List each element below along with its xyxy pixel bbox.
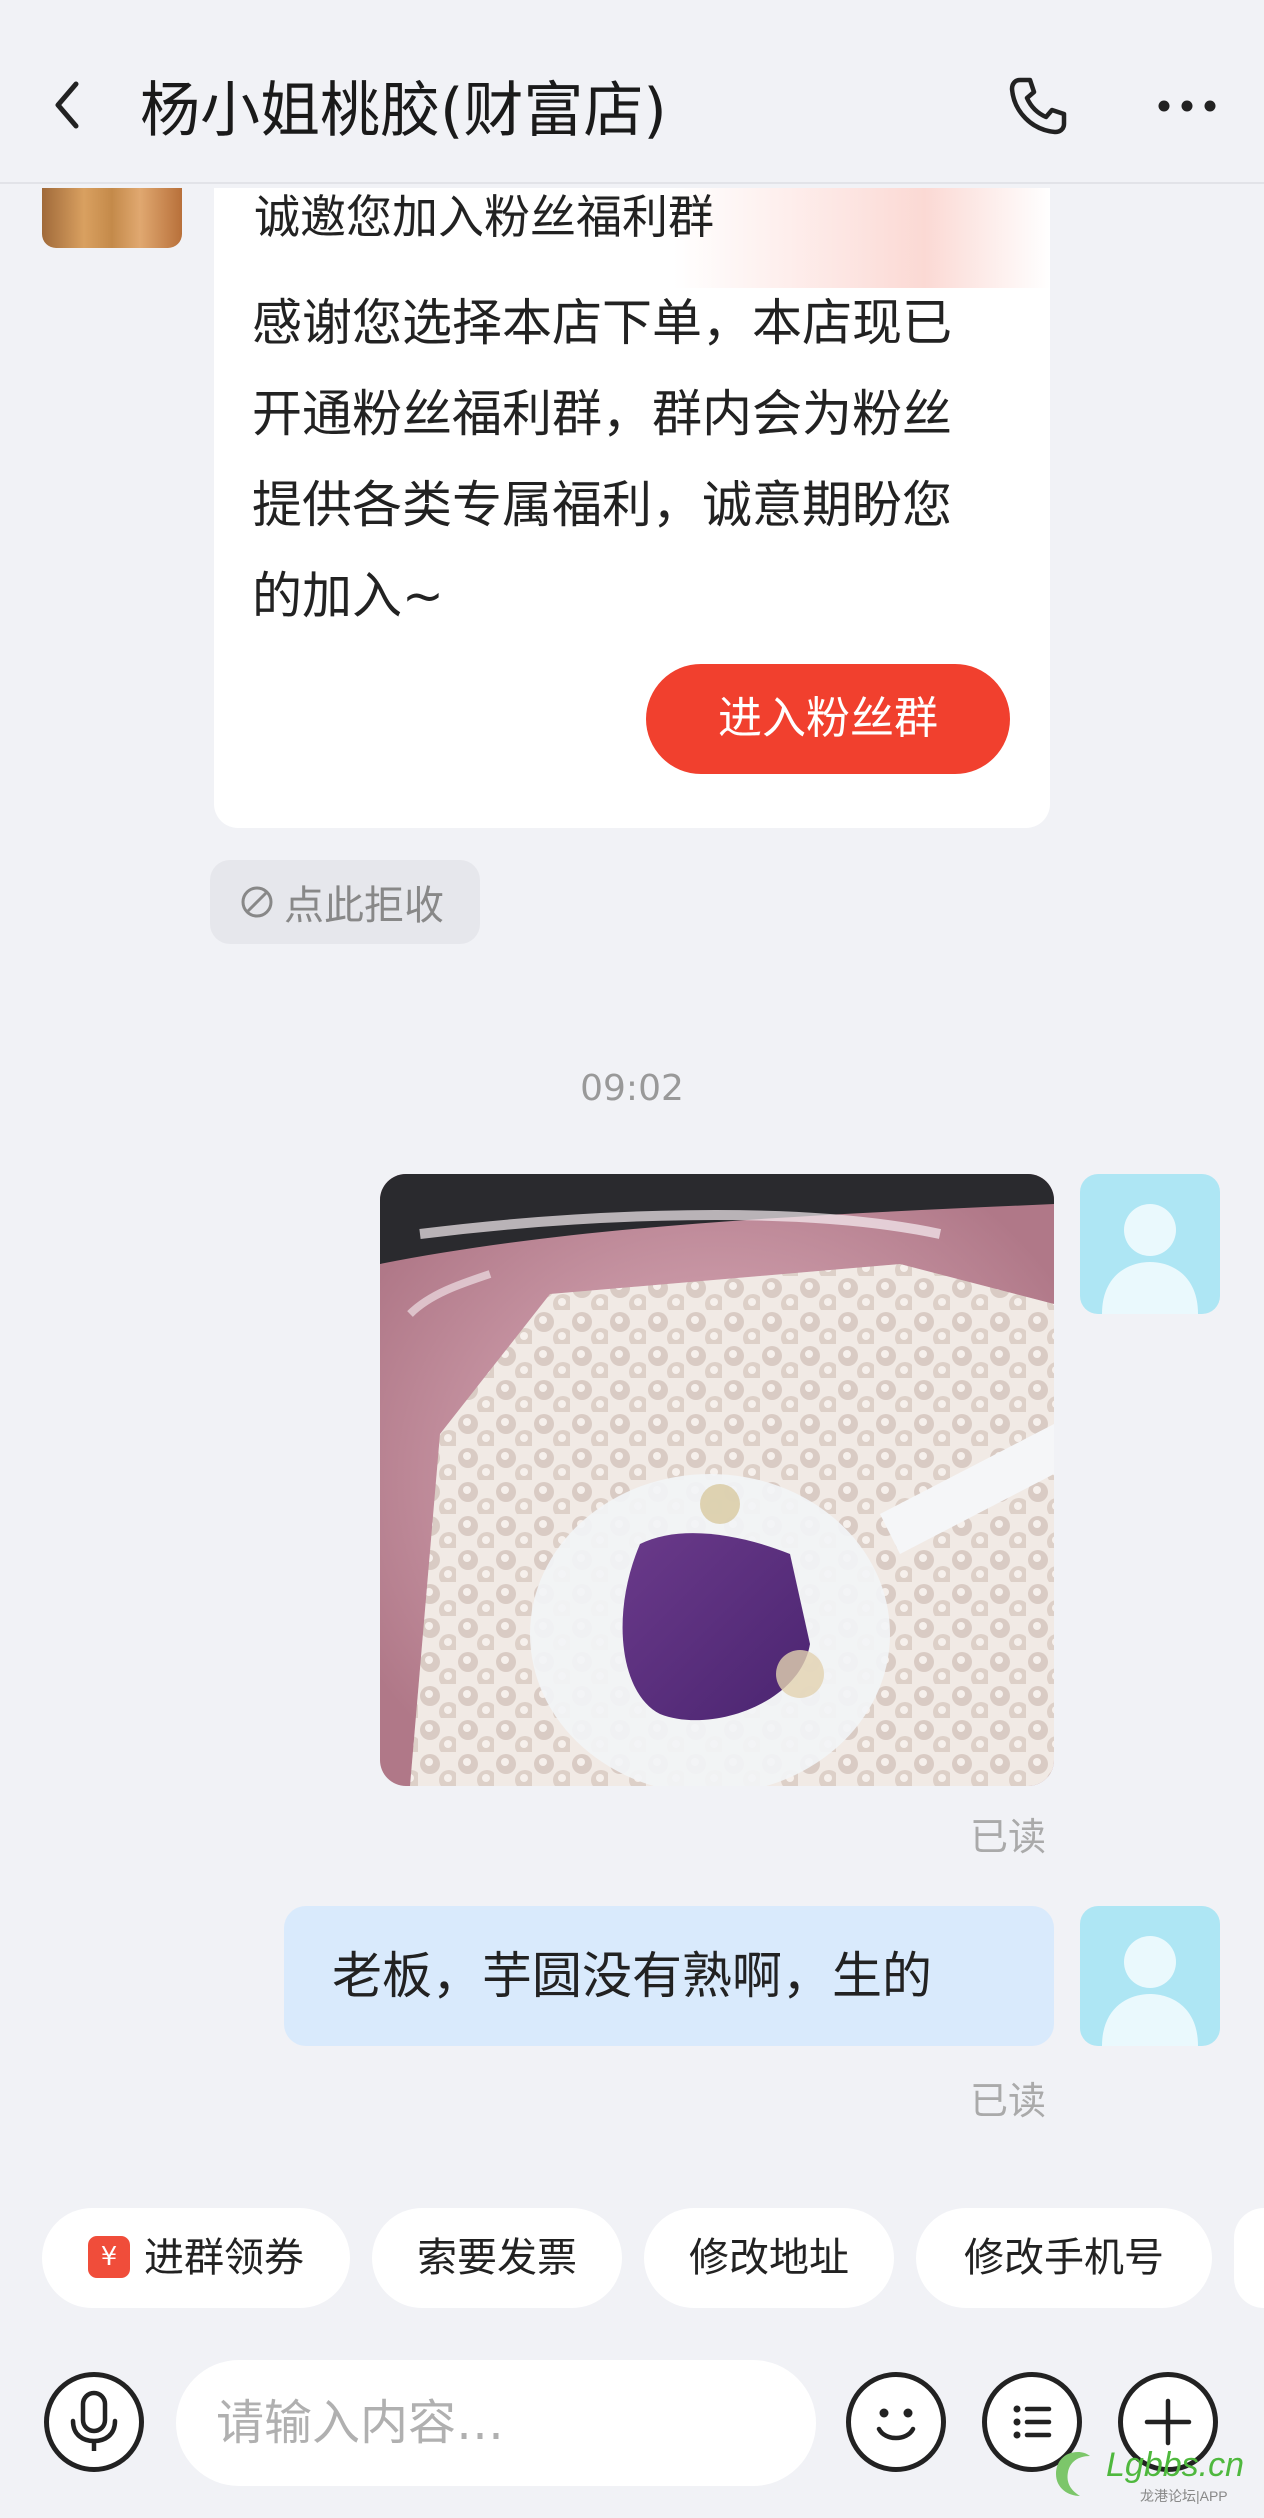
emoji-button[interactable]	[846, 2372, 946, 2472]
emoji-icon	[876, 2408, 916, 2441]
quick-reply-change-phone[interactable]: 修改手机号	[916, 2208, 1212, 2308]
user-avatar[interactable]	[1080, 1906, 1220, 2046]
watermark-subtext: 龙港论坛|APP	[1140, 2488, 1228, 2504]
chat-header: 杨小姐桃胶(财富店)	[0, 0, 1264, 184]
more-horizontal-icon[interactable]	[1156, 94, 1218, 118]
fan-group-invite-card: 诚邀您加入粉丝福利群 感谢您选择本店下单，本店现已开通粉丝福利群，群内会为粉丝提…	[214, 188, 1050, 828]
image-message[interactable]	[380, 1174, 1054, 1786]
quick-reply-label: 进群领券	[144, 2235, 304, 2281]
card-title: 诚邀您加入粉丝福利群	[254, 190, 714, 244]
quick-reply-request-invoice[interactable]: 索要发票	[372, 2208, 622, 2308]
voice-button[interactable]	[44, 2372, 144, 2472]
shop-avatar[interactable]	[42, 188, 182, 248]
user-avatar-icon	[1080, 1174, 1220, 1314]
quick-reply-label: 索要发票	[417, 2235, 577, 2281]
quick-reply-label: 修改地址	[689, 2235, 849, 2281]
image-read-status: 已读	[970, 1815, 1047, 1859]
ban-icon	[241, 886, 273, 918]
microphone-icon	[70, 2390, 118, 2451]
watermark-icon	[1056, 2452, 1090, 2496]
phone-icon[interactable]	[1006, 74, 1070, 138]
decline-label: 点此拒收	[284, 883, 444, 929]
decline-button[interactable]: 点此拒收	[210, 860, 480, 944]
card-body-text: 感谢您选择本店下单，本店现已开通粉丝福利群，群内会为粉丝提供各类专属福利，诚意期…	[252, 294, 952, 625]
coupon-icon: ¥	[88, 2236, 130, 2278]
message-input[interactable]	[176, 2360, 816, 2486]
join-fan-group-button[interactable]: 进入粉丝群	[646, 664, 1010, 774]
quick-reply-change-address[interactable]: 修改地址	[644, 2208, 894, 2308]
message-timestamp: 09:02	[580, 1068, 684, 1109]
watermark-text: Lgbbs.cn	[1106, 2446, 1244, 2484]
text-message-bubble[interactable]: 老板，芋圆没有熟啊，生的	[284, 1906, 1054, 2046]
chat-title: 杨小姐桃胶(财富店)	[140, 76, 667, 146]
watermark-logo: Lgbbs.cn 龙港论坛|APP	[1050, 2446, 1260, 2506]
quick-reply-join-group-coupon[interactable]: ¥ 进群领券	[42, 2208, 350, 2308]
user-avatar[interactable]	[1080, 1174, 1220, 1314]
user-avatar-icon	[1080, 1906, 1220, 2046]
chevron-left-icon[interactable]	[48, 76, 88, 134]
dessert-photo	[380, 1174, 1054, 1786]
text-read-status: 已读	[970, 2079, 1047, 2123]
text-message: 老板，芋圆没有熟啊，生的	[332, 1947, 932, 2005]
quick-reply-label: 修改手机号	[964, 2235, 1164, 2281]
quick-reply-more[interactable]	[1234, 2208, 1264, 2308]
quick-reply-bar: ¥ 进群领券 索要发票 修改地址 修改手机号	[0, 2208, 1264, 2308]
